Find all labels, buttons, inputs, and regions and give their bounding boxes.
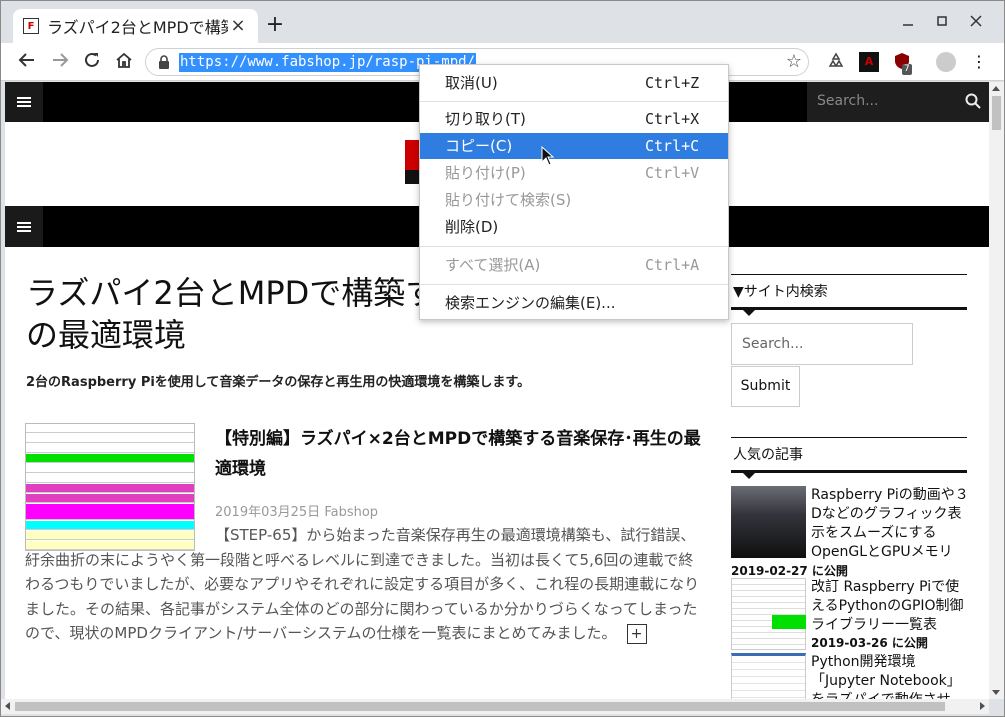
post-title-link[interactable]: 【特別編】ラズパイ×2台とMPDで構築する音楽保存･再生の最適環境 <box>215 424 710 484</box>
forward-icon[interactable] <box>48 50 72 74</box>
ctx-cut[interactable]: 切り取り(T) Ctrl+X <box>420 106 728 132</box>
ctx-select-all[interactable]: すべて選択(A) Ctrl+A <box>420 252 728 278</box>
ctx-label: 貼り付け(P) <box>445 164 526 182</box>
scroll-right-icon[interactable] <box>980 702 985 710</box>
lock-icon <box>159 55 169 69</box>
tab-close-icon[interactable]: × <box>228 16 248 36</box>
sidebar-popular-heading: 人気の記事 <box>731 437 967 479</box>
ctx-paste-and-search[interactable]: 貼り付けて検索(S) <box>420 187 728 213</box>
post-excerpt-text: 【STEP-65】から始まった音楽保存再生の最適環境構築も、試行錯誤、紆余曲折の… <box>25 526 700 642</box>
ctx-label: 貼り付けて検索(S) <box>445 191 572 209</box>
page-title-line-2: の最適環境 <box>26 316 187 354</box>
tab-title: ラズパイ2台とMPDで構築 <box>47 18 228 37</box>
popular-article-thumbnail[interactable] <box>731 578 806 650</box>
post-meta: 2019年03月25日 Fabshop <box>215 501 378 520</box>
ctx-copy[interactable]: コピー(C) Ctrl+C <box>420 133 728 159</box>
sidebar-search-section: ▼サイト内検索 <box>731 274 967 316</box>
popular-article-title[interactable]: Raspberry Piの動画や３Dなどのグラフィック表示をスムーズにするOpe… <box>811 486 971 562</box>
browser-tab[interactable]: F ラズパイ2台とMPDで構築 × <box>13 9 258 43</box>
menu-kebab-icon[interactable]: ⋮ <box>969 52 989 72</box>
sidebar-popular-section: 人気の記事 <box>731 437 967 479</box>
extension-badge: 7 <box>902 64 912 75</box>
ublock-extension-icon[interactable]: 7 <box>892 52 912 75</box>
horizontal-scrollbar[interactable] <box>1 699 989 714</box>
context-menu: 取消(U) Ctrl+Z 切り取り(T) Ctrl+X コピー(C) Ctrl+… <box>419 64 729 320</box>
popular-article-title[interactable]: Python開発環境「Jupyter Notebook」をラズパイで動作させ <box>811 653 971 699</box>
ctx-shortcut: Ctrl+A <box>645 256 700 274</box>
popular-article-thumbnail[interactable] <box>731 653 806 699</box>
read-more-button[interactable]: + <box>626 623 647 644</box>
ctx-delete[interactable]: 削除(D) <box>420 214 728 240</box>
bookmark-star-icon[interactable]: ☆ <box>786 51 802 72</box>
ctx-label: 検索エンジンの編集(E)... <box>445 294 616 312</box>
extension-icon[interactable]: A <box>859 52 879 72</box>
horizontal-scroll-thumb[interactable] <box>15 702 945 711</box>
profile-avatar-icon[interactable] <box>936 52 956 72</box>
ctx-label: すべて選択(A) <box>445 256 541 274</box>
scroll-up-icon[interactable] <box>992 86 1000 91</box>
page-description: 2台のRaspberry Piを使用して音楽データの保存と再生用の快適環境を構築… <box>26 375 531 390</box>
scroll-left-icon[interactable] <box>5 702 10 710</box>
popular-article-title[interactable]: 改訂 Raspberry Piで使えるPythonのGPIO制御ライブラリー一覧… <box>811 578 971 635</box>
recycle-extension-icon[interactable] <box>826 52 846 72</box>
browser-window: F ラズパイ2台とMPDで構築 × + https://www.fabshop.… <box>0 0 1005 717</box>
ctx-shortcut: Ctrl+X <box>645 110 700 128</box>
sidebar-search-input[interactable]: Search... <box>731 323 913 365</box>
nav-hamburger-icon[interactable] <box>5 206 43 247</box>
reload-icon[interactable] <box>80 50 104 74</box>
back-icon[interactable] <box>15 50 39 74</box>
top-search-input[interactable]: Search... <box>817 93 878 109</box>
minimize-icon[interactable] <box>893 11 923 33</box>
sidebar-search-heading: ▼サイト内検索 <box>731 274 967 316</box>
post-author[interactable]: Fabshop <box>324 505 378 520</box>
top-search-box[interactable]: Search... <box>807 82 989 122</box>
scroll-down-icon[interactable] <box>992 690 1000 695</box>
vertical-scroll-thumb[interactable] <box>992 96 1001 130</box>
ctx-shortcut: Ctrl+Z <box>645 74 700 92</box>
tab-strip: F ラズパイ2台とMPDで構築 × + <box>1 1 1004 43</box>
hamburger-menu-icon[interactable] <box>5 82 43 122</box>
ctx-shortcut: Ctrl+C <box>645 137 700 155</box>
ctx-label: 削除(D) <box>445 218 499 236</box>
popular-article-date: 2019-03-26 に公開 <box>811 636 928 650</box>
ctx-separator <box>420 246 728 247</box>
post-excerpt: 【STEP-65】から始まった音楽保存再生の最適環境構築も、試行錯誤、紆余曲折の… <box>25 523 705 646</box>
popular-article-date: 2019-02-27 に公開 <box>731 564 848 578</box>
search-icon[interactable] <box>965 93 981 109</box>
ctx-paste[interactable]: 貼り付け(P) Ctrl+V <box>420 160 728 186</box>
maximize-icon[interactable] <box>927 11 957 33</box>
vertical-scrollbar[interactable] <box>989 82 1004 699</box>
ctx-label: 取消(U) <box>445 74 498 92</box>
ctx-separator <box>420 101 728 102</box>
ctx-shortcut: Ctrl+V <box>645 164 700 182</box>
mouse-cursor-icon <box>541 146 555 166</box>
new-tab-button[interactable]: + <box>263 13 287 37</box>
favicon-icon: F <box>23 18 39 34</box>
ctx-label: 切り取り(T) <box>445 110 526 128</box>
popular-article-thumbnail[interactable] <box>731 486 806 558</box>
home-icon[interactable] <box>112 50 136 74</box>
ctx-label: コピー(C) <box>445 137 513 155</box>
sidebar-submit-button[interactable]: Submit <box>731 366 800 407</box>
ctx-undo[interactable]: 取消(U) Ctrl+Z <box>420 70 728 96</box>
window-close-icon[interactable] <box>961 11 991 33</box>
post-date: 2019年03月25日 <box>215 505 321 520</box>
ctx-separator <box>420 284 728 285</box>
ctx-edit-search-engines[interactable]: 検索エンジンの編集(E)... <box>420 290 728 316</box>
